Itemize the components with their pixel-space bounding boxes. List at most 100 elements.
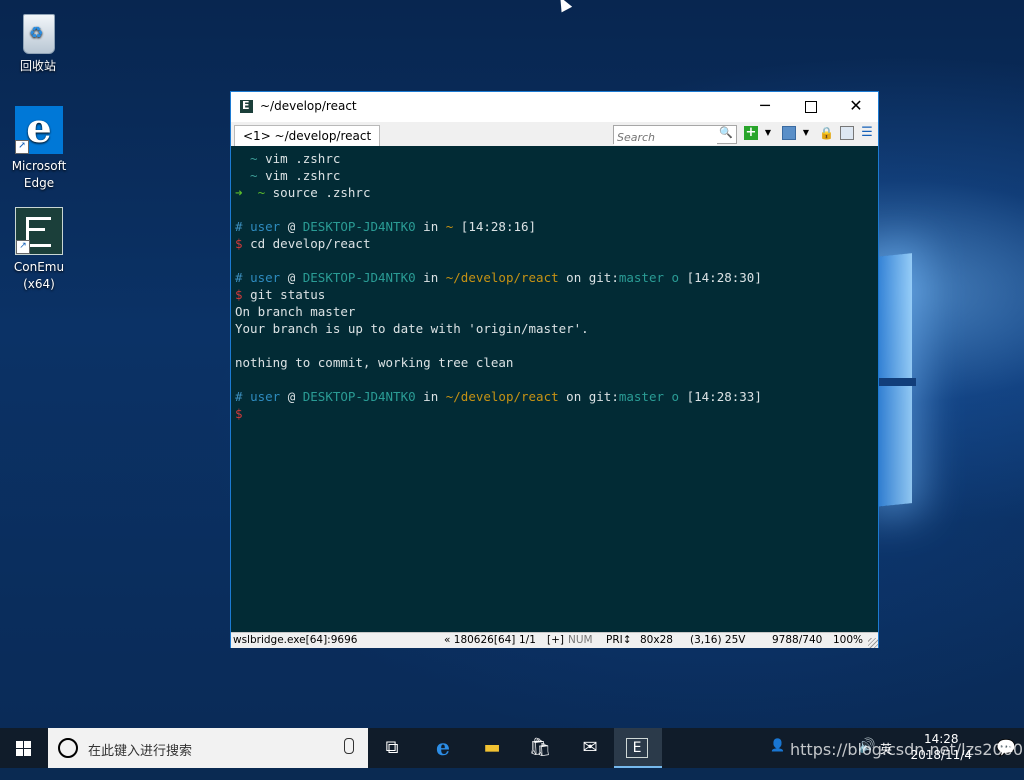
terminal-line: $ git status <box>235 286 878 303</box>
status-console-index[interactable]: 1/1 <box>519 633 536 648</box>
menu-icon[interactable]: ☰ <box>860 126 874 140</box>
conemu-icon: ↗ <box>15 207 63 255</box>
search-input[interactable] <box>614 130 717 145</box>
status-process: wslbridge.exe[64]:9696 <box>233 634 358 646</box>
terminal-text: in <box>415 219 446 234</box>
terminal-text: user <box>250 219 281 234</box>
desktop-icon-label: Microsoft <box>11 159 67 173</box>
terminal-console[interactable]: ~ vim .zshrc ~ vim .zshrc ➜ ~ source .zsh… <box>231 146 878 632</box>
terminal-text: vim .zshrc <box>265 151 341 166</box>
terminal-text: ~ <box>235 168 266 183</box>
taskbar-search-placeholder: 在此键入进行搜索 <box>88 744 193 759</box>
terminal-text: $ <box>235 236 251 251</box>
desktop-icon-label: 回收站 <box>19 59 56 73</box>
terminal-text: git status <box>250 287 326 302</box>
conemu-window[interactable]: ~/develop/react ─ ✕ <1> ~/develop/react … <box>230 91 879 648</box>
terminal-line: ~ vim .zshrc <box>235 167 878 184</box>
status-size[interactable]: 80x28 <box>640 633 673 648</box>
recycle-bin-icon: ♻ <box>18 8 58 54</box>
status-pid[interactable]: « 180626[64] <box>444 633 515 648</box>
terminal-text: @ <box>280 389 303 404</box>
terminal-text: git: <box>588 270 619 285</box>
chevron-down-icon[interactable]: ▼ <box>761 126 775 140</box>
resize-grip[interactable] <box>868 638 878 648</box>
lock-icon[interactable]: 🔒 <box>819 126 834 140</box>
split-view-button[interactable] <box>840 126 854 140</box>
close-button[interactable]: ✕ <box>833 92 879 122</box>
microphone-icon[interactable] <box>344 738 354 754</box>
conemu-app-icon[interactable] <box>240 99 253 113</box>
desktop-icon-label: ConEmu <box>13 260 65 274</box>
desktop-icon-conemu[interactable]: ↗ ConEmu (x64) <box>1 207 77 293</box>
mail-icon[interactable]: ✉ <box>578 736 602 760</box>
terminal-text: master <box>618 389 665 404</box>
terminal-text: source .zshrc <box>272 185 371 200</box>
terminal-text: DESKTOP-JD4NTK0 <box>302 270 416 285</box>
terminal-line: $ cd develop/react <box>235 235 878 252</box>
terminal-text: nothing to commit, working tree clean <box>235 355 514 370</box>
terminal-text: on <box>558 389 589 404</box>
windows-logo-icon <box>16 741 23 748</box>
status-zoom[interactable]: 100% <box>833 633 863 648</box>
shortcut-arrow-icon: ↗ <box>16 240 30 254</box>
terminal-text: $ <box>235 287 251 302</box>
maximize-icon <box>805 101 817 113</box>
search-icon[interactable]: 🔍 <box>719 126 733 139</box>
chevron-down-icon[interactable]: ▼ <box>799 126 813 140</box>
status-num[interactable]: NUM <box>568 633 593 648</box>
status-buffer[interactable]: 9788/740 <box>772 633 822 648</box>
desktop-icon-recycle-bin[interactable]: ♻ 回收站 <box>0 8 76 75</box>
terminal-text: in <box>415 389 446 404</box>
terminal-text: # <box>235 219 251 234</box>
terminal-text: o <box>664 270 687 285</box>
file-explorer-icon[interactable]: ▬ <box>480 736 504 760</box>
new-console-button[interactable]: + <box>744 126 758 140</box>
window-title: ~/develop/react <box>260 99 357 113</box>
terminal-text: in <box>415 270 446 285</box>
buffer-panel-button[interactable] <box>782 126 796 140</box>
store-icon[interactable]: 🛍 <box>528 736 552 760</box>
terminal-text: @ <box>280 270 303 285</box>
terminal-text: cd develop/react <box>250 236 371 251</box>
terminal-text: vim .zshrc <box>265 168 341 183</box>
terminal-text: DESKTOP-JD4NTK0 <box>302 219 416 234</box>
conemu-taskbar-button[interactable]: E <box>614 728 662 768</box>
status-priority[interactable]: PRI↕ <box>606 633 632 648</box>
desktop-icon-edge[interactable]: e ↗ Microsoft Edge <box>1 106 77 192</box>
window-titlebar[interactable]: ~/develop/react ─ ✕ <box>231 92 878 122</box>
desktop-icon-label: Edge <box>23 176 55 190</box>
minimize-button[interactable]: ─ <box>742 92 788 122</box>
terminal-line: On branch master <box>235 303 878 320</box>
terminal-line: # user @ DESKTOP-JD4NTK0 in ~/develop/re… <box>235 388 878 405</box>
task-view-icon[interactable]: ⧉ <box>380 736 404 760</box>
windows-logo-gap <box>876 378 916 386</box>
terminal-text: DESKTOP-JD4NTK0 <box>302 389 416 404</box>
terminal-text: o <box>664 389 687 404</box>
terminal-text: [14:28:30] <box>686 270 762 285</box>
taskbar-search[interactable]: 在此键入进行搜索 <box>48 728 368 768</box>
terminal-line: $ <box>235 405 878 422</box>
terminal-line: ~ vim .zshrc <box>235 150 878 167</box>
start-button[interactable] <box>0 728 48 768</box>
people-icon[interactable]: 👤 <box>770 738 785 778</box>
edge-taskbar-icon[interactable]: e <box>431 736 455 760</box>
status-plus[interactable]: [+] <box>547 633 564 648</box>
terminal-text: user <box>250 389 281 404</box>
terminal-text: master <box>618 270 665 285</box>
maximize-button[interactable] <box>788 92 834 122</box>
terminal-text: [14:28:16] <box>453 219 537 234</box>
tab-console-1[interactable]: <1> ~/develop/react <box>234 125 381 146</box>
search-box[interactable]: 🔍 <box>613 125 737 145</box>
desktop-icon-label: (x64) <box>23 277 55 291</box>
status-cursor[interactable]: (3,16) 25V <box>690 633 745 648</box>
terminal-text: # <box>235 389 251 404</box>
terminal-text: ~/develop/react <box>445 270 559 285</box>
terminal-line: nothing to commit, working tree clean <box>235 354 878 371</box>
edge-icon: e ↗ <box>15 106 63 154</box>
terminal-text: on <box>558 270 589 285</box>
terminal-text: [14:28:33] <box>686 389 762 404</box>
